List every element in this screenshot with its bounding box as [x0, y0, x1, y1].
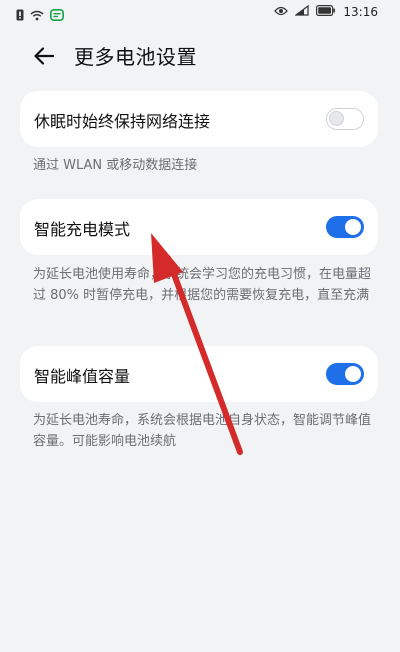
- toggle-knob: [345, 366, 361, 382]
- message-icon: [50, 6, 64, 25]
- header: 更多电池设置: [0, 30, 400, 80]
- setting-label: 智能峰值容量: [34, 367, 131, 386]
- wifi-icon: [30, 6, 44, 25]
- signal-icon: [294, 4, 310, 19]
- status-left-icons: [16, 6, 64, 25]
- smart-charging-toggle[interactable]: [326, 216, 364, 238]
- peak-capacity-toggle[interactable]: [326, 363, 364, 385]
- status-right-icons: 13:16: [274, 4, 378, 19]
- status-bar: 13:16: [0, 0, 400, 28]
- toggle-knob: [329, 111, 344, 126]
- keep-network-toggle[interactable]: [326, 108, 364, 130]
- toggle-knob: [345, 219, 361, 235]
- setting-description: 为延长电池使用寿命，系统会学习您的充电习惯，在电量超过 80% 时暂停充电，并根…: [33, 267, 372, 303]
- setting-label: 智能充电模式: [34, 220, 131, 239]
- setting-description: 通过 WLAN 或移动数据连接: [33, 158, 198, 173]
- alert-icon: [16, 6, 24, 25]
- back-button[interactable]: [28, 40, 60, 72]
- page-title: 更多电池设置: [74, 45, 197, 69]
- setting-label: 休眠时始终保持网络连接: [34, 112, 211, 131]
- setting-card-smart-charging[interactable]: 智能充电模式: [20, 199, 378, 255]
- setting-card-keep-network[interactable]: 休眠时始终保持网络连接: [20, 91, 378, 147]
- setting-description: 为延长电池寿命，系统会根据电池自身状态，智能调节峰值容量。可能影响电池续航: [33, 413, 372, 449]
- battery-icon: [316, 5, 336, 19]
- setting-card-peak-capacity[interactable]: 智能峰值容量: [20, 346, 378, 402]
- status-time: 13:16: [343, 5, 378, 19]
- eye-icon: [274, 5, 289, 19]
- back-arrow-icon: [34, 47, 55, 65]
